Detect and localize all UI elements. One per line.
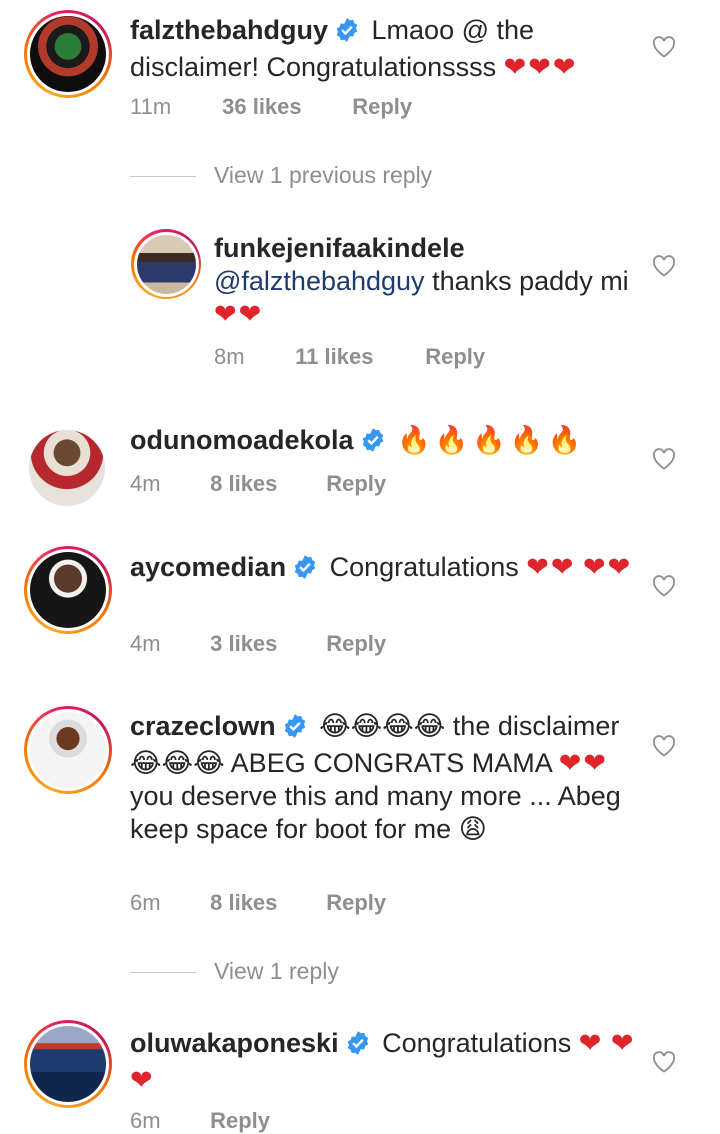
comment-text: you deserve this and many more ... Abeg … (130, 781, 621, 844)
verified-badge-icon (292, 554, 318, 588)
comment-meta: 4m 8 likes Reply (130, 471, 386, 497)
view-replies-label: View 1 reply (214, 958, 339, 984)
reply-button[interactable]: Reply (352, 94, 412, 120)
avatar[interactable] (27, 428, 107, 508)
comment-time: 8m (214, 344, 245, 369)
comment-time: 6m (130, 890, 161, 915)
comment-username[interactable]: odunomoadekola (130, 425, 354, 455)
avatar-image (136, 234, 196, 294)
comment-time: 4m (130, 631, 161, 656)
comment-time: 4m (130, 471, 161, 496)
divider-line (130, 972, 196, 974)
verified-badge-icon (345, 1030, 371, 1064)
verified-badge-icon (334, 17, 360, 51)
heart-emoji: ❤ (578, 1028, 604, 1059)
heart-outline-icon[interactable] (652, 255, 676, 282)
comment-text: Congratulations (382, 1028, 572, 1058)
laughing-emoji: 😂😂😂😂 (319, 711, 446, 742)
comment-meta: 11m 36 likes Reply (130, 94, 412, 120)
comment-username[interactable]: falzthebahdguy (130, 15, 328, 45)
heart-outline-icon[interactable] (652, 448, 676, 475)
comment-time: 11m (130, 94, 172, 119)
reply-button[interactable]: Reply (326, 890, 386, 916)
comment-body: odunomoadekola 🔥🔥🔥🔥🔥 (130, 424, 640, 461)
avatar[interactable] (24, 10, 112, 98)
fire-emoji: 🔥🔥🔥🔥🔥 (397, 425, 586, 456)
comment-item: crazeclown 😂😂😂😂 the disclaimer 😂😂😂 ABEG … (0, 700, 720, 930)
comment-text: thanks paddy mi (432, 266, 629, 296)
comment-meta: 6m Reply (130, 1108, 270, 1134)
comment-text: Congratulations (329, 552, 519, 582)
reply-button[interactable]: Reply (425, 344, 485, 370)
comment-text: ABEG CONGRATS MAMA (230, 748, 552, 778)
comment-body: aycomedian Congratulations ❤❤ ❤❤ (130, 551, 640, 588)
reply-button[interactable]: Reply (326, 631, 386, 657)
comment-body: crazeclown 😂😂😂😂 the disclaimer 😂😂😂 ABEG … (130, 710, 630, 846)
comment-likes[interactable]: 3 likes (210, 631, 320, 657)
heart-emoji: ❤❤ (558, 748, 608, 779)
heart-emoji: ❤❤❤ (503, 52, 578, 83)
divider-line (130, 176, 196, 178)
heart-emoji: ❤❤ (526, 552, 576, 583)
avatar[interactable] (24, 546, 112, 634)
view-previous-reply-button[interactable]: View 1 previous reply (130, 162, 432, 189)
comment-item: odunomoadekola 🔥🔥🔥🔥🔥 4m 8 likes Reply (0, 420, 720, 530)
comment-meta: 8m 11 likes Reply (214, 344, 485, 370)
comment-time: 6m (130, 1108, 161, 1133)
reply-button[interactable]: Reply (210, 1108, 270, 1134)
view-previous-reply-label: View 1 previous reply (214, 162, 433, 188)
avatar-image (30, 1026, 106, 1102)
comment-username[interactable]: funkejenifaakindele (214, 232, 634, 265)
avatar-image (29, 430, 105, 506)
comment-username[interactable]: oluwakaponeski (130, 1028, 339, 1058)
heart-outline-icon[interactable] (652, 575, 676, 602)
avatar-image (30, 16, 106, 92)
comment-body: falzthebahdguy Lmaoo @ the disclaimer! C… (130, 14, 640, 84)
verified-badge-icon (282, 713, 308, 747)
heart-outline-icon[interactable] (652, 735, 676, 762)
comment-item: falzthebahdguy Lmaoo @ the disclaimer! C… (0, 0, 720, 150)
comment-body: oluwakaponeski Congratulations ❤ ❤❤ (130, 1027, 640, 1097)
heart-outline-icon[interactable] (652, 1051, 676, 1078)
comment-item: oluwakaponeski Congratulations ❤ ❤❤ 6m R… (0, 1016, 720, 1133)
heart-emoji: ❤❤ (583, 552, 633, 583)
verified-badge-icon (360, 427, 386, 461)
view-replies-button[interactable]: View 1 reply (130, 958, 339, 985)
avatar-image (30, 552, 106, 628)
avatar[interactable] (24, 1020, 112, 1108)
avatar[interactable] (24, 706, 112, 794)
comment-username[interactable]: aycomedian (130, 552, 286, 582)
heart-outline-icon[interactable] (652, 36, 676, 63)
comment-likes[interactable]: 36 likes (222, 94, 346, 120)
avatar-image (30, 712, 106, 788)
weary-emoji: 😩 (458, 814, 487, 845)
avatar[interactable] (131, 229, 201, 299)
comment-username[interactable]: crazeclown (130, 711, 276, 741)
comment-likes[interactable]: 8 likes (210, 890, 320, 916)
reply-item: funkejenifaakindele @falzthebahdguy than… (0, 220, 720, 390)
reply-body: funkejenifaakindele @falzthebahdguy than… (214, 232, 634, 331)
comment-meta: 4m 3 likes Reply (130, 631, 386, 657)
comment-text: the disclaimer (452, 711, 620, 741)
comment-likes[interactable]: 8 likes (210, 471, 320, 497)
comment-item: aycomedian Congratulations ❤❤ ❤❤ 4m 3 li… (0, 540, 720, 690)
reply-button[interactable]: Reply (326, 471, 386, 497)
mention-link[interactable]: @falzthebahdguy (214, 266, 425, 296)
laughing-emoji: 😂😂😂 (130, 748, 225, 779)
heart-emoji: ❤❤ (214, 299, 264, 330)
comment-likes[interactable]: 11 likes (295, 344, 419, 370)
comment-meta: 6m 8 likes Reply (130, 890, 386, 916)
